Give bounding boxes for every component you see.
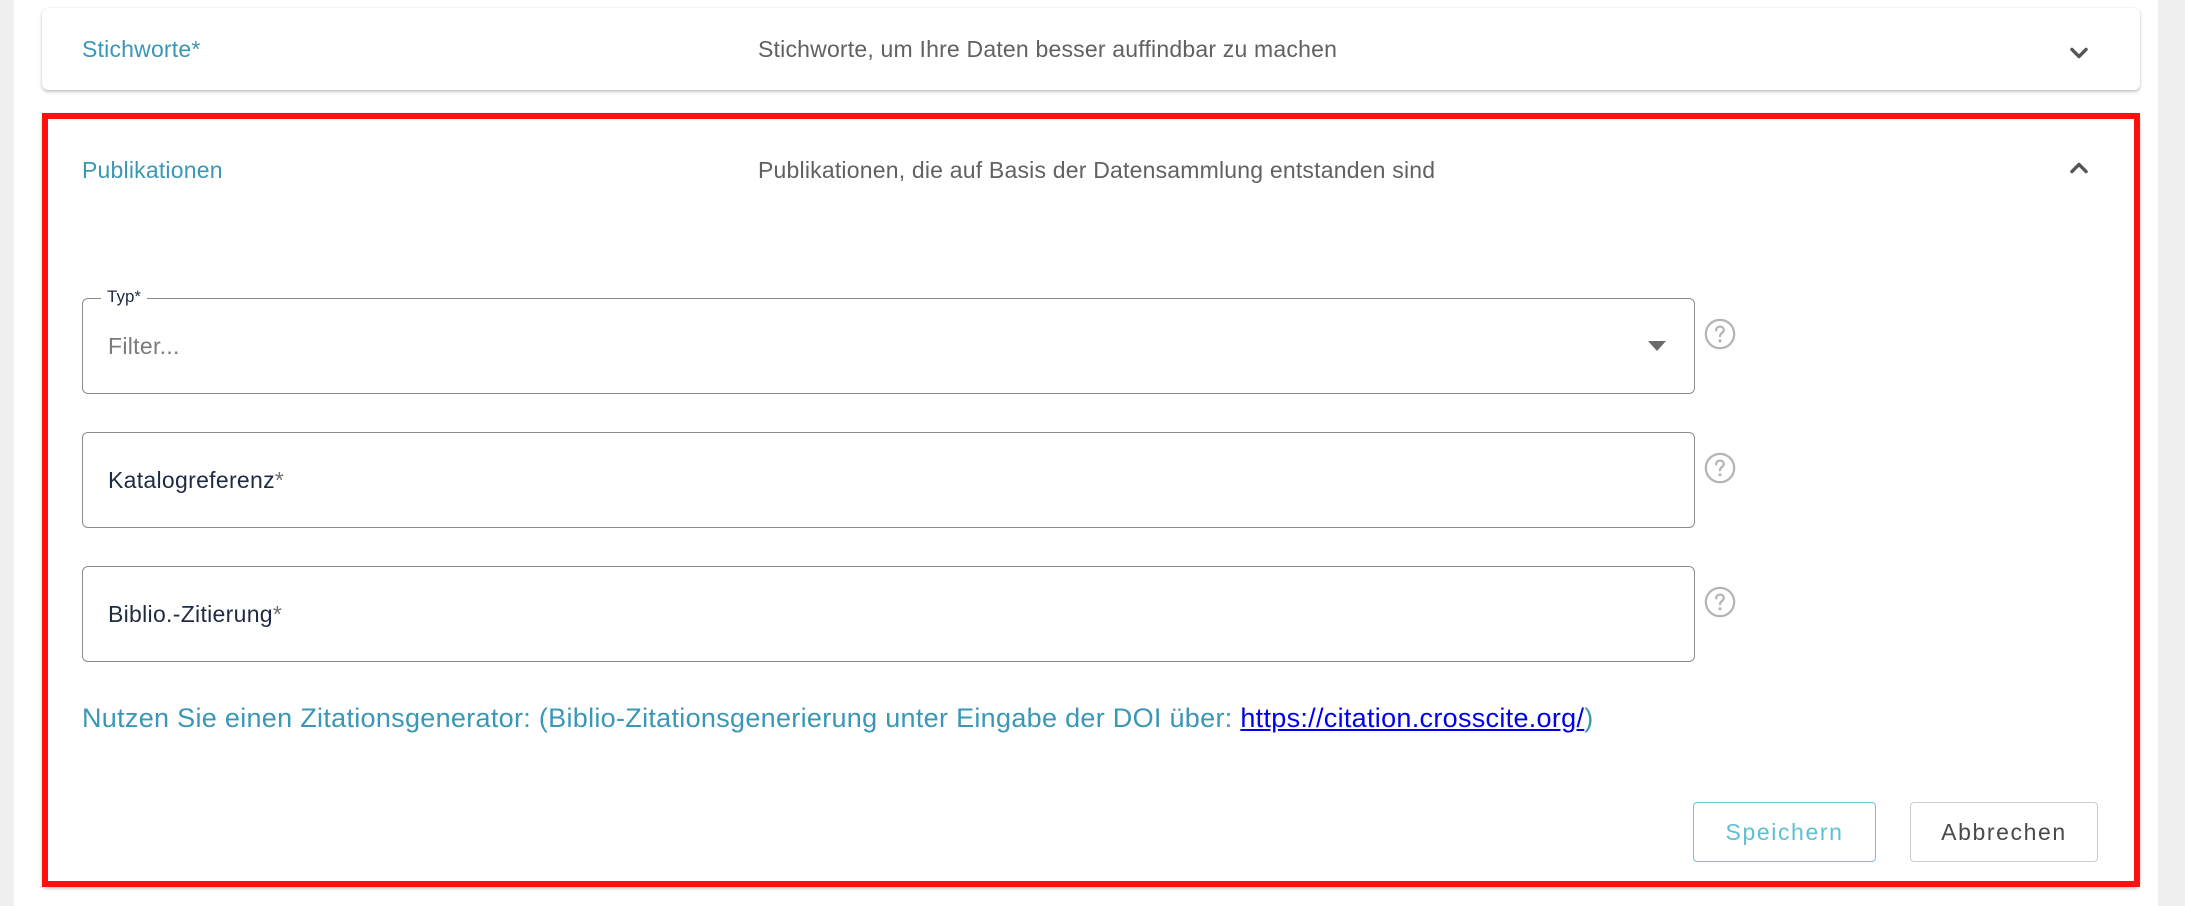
help-circle-icon[interactable] (1703, 451, 1737, 485)
katalogreferenz-label: Katalogreferenz* (108, 467, 285, 493)
dropdown-caret-icon[interactable] (1648, 341, 1666, 351)
help-circle-icon[interactable] (1703, 585, 1737, 619)
chevron-up-icon[interactable] (2062, 151, 2096, 185)
panel-publikationen: Publikationen Publikationen, die auf Bas… (42, 113, 2140, 887)
panel-title-stichworte: Stichworte* (82, 36, 201, 62)
panel-description-publikationen: Publikationen, die auf Basis der Datensa… (758, 157, 1436, 183)
zitierung-field[interactable]: Biblio.-Zitierung* (82, 566, 1695, 662)
zitierung-label: Biblio.-Zitierung* (108, 601, 283, 627)
save-button[interactable]: Speichern (1693, 802, 1876, 862)
panel-title-publikationen[interactable]: Publikationen (82, 157, 223, 184)
crosscite-link[interactable]: https://citation.crosscite.org/ (1240, 703, 1584, 733)
typ-filter-placeholder[interactable]: Filter... (108, 333, 180, 360)
cancel-button[interactable]: Abbrechen (1910, 802, 2098, 862)
page: Stichworte* Stichworte, um Ihre Daten be… (0, 0, 2185, 906)
typ-legend: Typ* (101, 287, 148, 307)
typ-select[interactable]: Typ* Filter... (82, 287, 1695, 394)
chevron-down-icon[interactable] (2062, 36, 2096, 70)
panel-stichworte[interactable]: Stichworte* Stichworte, um Ihre Daten be… (42, 8, 2140, 90)
panel-description-stichworte: Stichworte, um Ihre Daten besser auffind… (758, 36, 1338, 62)
citation-hint: Nutzen Sie einen Zitationsgenerator: (Bi… (82, 703, 1594, 733)
help-circle-icon[interactable] (1703, 317, 1737, 351)
katalogreferenz-field[interactable]: Katalogreferenz* (82, 432, 1695, 528)
